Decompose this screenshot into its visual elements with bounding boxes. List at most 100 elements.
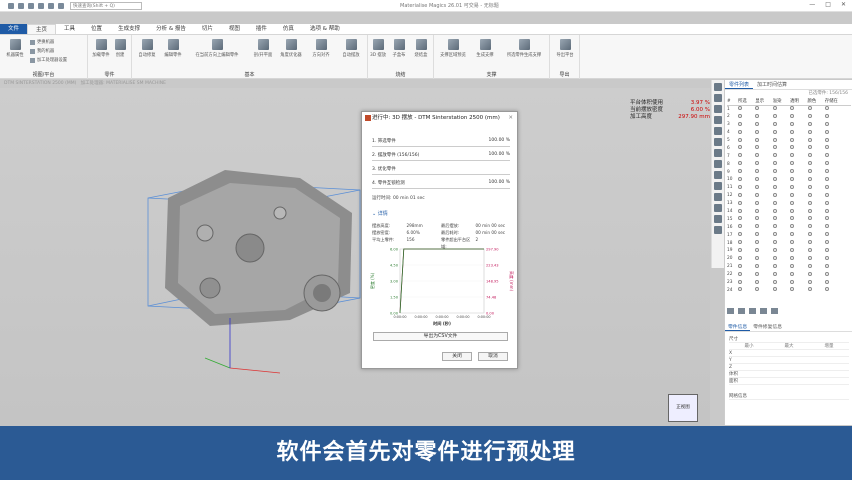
- row-toggle[interactable]: [755, 160, 772, 168]
- row-toggle[interactable]: [790, 160, 807, 168]
- part-cluster[interactable]: [165, 170, 352, 326]
- row-toggle[interactable]: [807, 255, 825, 263]
- row-toggle[interactable]: [824, 105, 851, 113]
- row-toggle[interactable]: [738, 176, 755, 184]
- row-toggle[interactable]: [824, 160, 851, 168]
- row-toggle[interactable]: [738, 279, 755, 287]
- row-toggle[interactable]: [790, 152, 807, 160]
- sort-icon[interactable]: [771, 308, 778, 314]
- row-toggle[interactable]: [738, 168, 755, 176]
- processor-settings-button[interactable]: 加工处理器设置: [30, 57, 67, 63]
- tab-fix-info[interactable]: 零件修复信息: [750, 323, 785, 331]
- row-toggle[interactable]: [755, 121, 772, 129]
- circle-icon[interactable]: [714, 127, 722, 135]
- table-row[interactable]: 5: [727, 137, 851, 145]
- triangle-icon[interactable]: [714, 138, 722, 146]
- row-toggle[interactable]: [807, 192, 825, 200]
- tab-10[interactable]: 选项 & 帮助: [302, 24, 348, 34]
- tab-7[interactable]: 视图: [221, 24, 248, 34]
- attach-icon[interactable]: [714, 193, 722, 201]
- row-toggle[interactable]: [772, 279, 790, 287]
- minimize-icon[interactable]: —: [809, 1, 815, 8]
- row-toggle[interactable]: [790, 231, 807, 239]
- row-toggle[interactable]: [738, 271, 755, 279]
- table-row[interactable]: 7: [727, 152, 851, 160]
- support-preview-button[interactable]: 支撑区域预览: [436, 39, 470, 58]
- 3d-viewport[interactable]: [0, 88, 710, 428]
- row-toggle[interactable]: [738, 152, 755, 160]
- tab-4[interactable]: 生成支撑: [110, 24, 148, 34]
- table-row[interactable]: 8: [727, 160, 851, 168]
- row-toggle[interactable]: [824, 215, 851, 223]
- tab-9[interactable]: 仿真: [275, 24, 302, 34]
- row-toggle[interactable]: [824, 223, 851, 231]
- auto-place-button[interactable]: 自动摆放: [338, 39, 364, 58]
- row-toggle[interactable]: [755, 144, 772, 152]
- settings-icon[interactable]: [58, 2, 64, 9]
- row-toggle[interactable]: [807, 176, 825, 184]
- redo-icon[interactable]: [28, 2, 34, 9]
- column-header[interactable]: #: [727, 98, 739, 106]
- cut-plane-button[interactable]: 剖/开平面: [250, 39, 276, 58]
- print-icon[interactable]: [48, 2, 54, 9]
- row-toggle[interactable]: [807, 286, 825, 294]
- book-icon[interactable]: [714, 204, 722, 212]
- row-toggle[interactable]: [772, 184, 790, 192]
- eye-icon[interactable]: [714, 160, 722, 168]
- row-toggle[interactable]: [824, 200, 851, 208]
- row-toggle[interactable]: [772, 263, 790, 271]
- align-direction-button[interactable]: 方向对齐: [308, 39, 334, 58]
- row-toggle[interactable]: [772, 105, 790, 113]
- row-toggle[interactable]: [807, 200, 825, 208]
- row-toggle[interactable]: [755, 255, 772, 263]
- column-header[interactable]: 存储在: [824, 98, 851, 106]
- row-toggle[interactable]: [824, 239, 851, 247]
- row-toggle[interactable]: [738, 208, 755, 216]
- row-toggle[interactable]: [755, 200, 772, 208]
- row-toggle[interactable]: [790, 121, 807, 129]
- row-toggle[interactable]: [824, 168, 851, 176]
- row-toggle[interactable]: [790, 271, 807, 279]
- row-toggle[interactable]: [755, 176, 772, 184]
- row-toggle[interactable]: [772, 176, 790, 184]
- row-toggle[interactable]: [807, 137, 825, 145]
- row-toggle[interactable]: [824, 184, 851, 192]
- create-button[interactable]: 创建: [110, 39, 130, 58]
- row-toggle[interactable]: [807, 231, 825, 239]
- pointer-icon[interactable]: [714, 105, 722, 113]
- row-toggle[interactable]: [738, 286, 755, 294]
- row-toggle[interactable]: [738, 223, 755, 231]
- row-toggle[interactable]: [790, 286, 807, 294]
- row-toggle[interactable]: [772, 137, 790, 145]
- auto-fix-button[interactable]: 自动修复: [134, 39, 160, 58]
- row-toggle[interactable]: [755, 113, 772, 121]
- row-toggle[interactable]: [790, 129, 807, 137]
- row-toggle[interactable]: [824, 152, 851, 160]
- row-toggle[interactable]: [738, 215, 755, 223]
- color-icon[interactable]: [714, 215, 722, 223]
- tab-2[interactable]: 工具: [56, 24, 83, 34]
- row-toggle[interactable]: [824, 121, 851, 129]
- row-toggle[interactable]: [755, 279, 772, 287]
- row-toggle[interactable]: [824, 192, 851, 200]
- table-row[interactable]: 2: [727, 113, 851, 121]
- row-toggle[interactable]: [755, 286, 772, 294]
- row-toggle[interactable]: [738, 129, 755, 137]
- row-toggle[interactable]: [807, 279, 825, 287]
- row-toggle[interactable]: [755, 263, 772, 271]
- table-row[interactable]: 9: [727, 168, 851, 176]
- close-icon[interactable]: ✕: [841, 1, 846, 8]
- row-toggle[interactable]: [790, 239, 807, 247]
- row-toggle[interactable]: [755, 105, 772, 113]
- row-toggle[interactable]: [807, 160, 825, 168]
- table-row[interactable]: 15: [727, 215, 851, 223]
- table-row[interactable]: 10: [727, 176, 851, 184]
- table-row[interactable]: 4: [727, 129, 851, 137]
- row-toggle[interactable]: [772, 168, 790, 176]
- row-toggle[interactable]: [824, 247, 851, 255]
- row-toggle[interactable]: [738, 184, 755, 192]
- parts-list-icon[interactable]: [714, 83, 722, 91]
- row-toggle[interactable]: [738, 263, 755, 271]
- row-toggle[interactable]: [738, 255, 755, 263]
- generate-support-button[interactable]: 生成支撑: [472, 39, 498, 58]
